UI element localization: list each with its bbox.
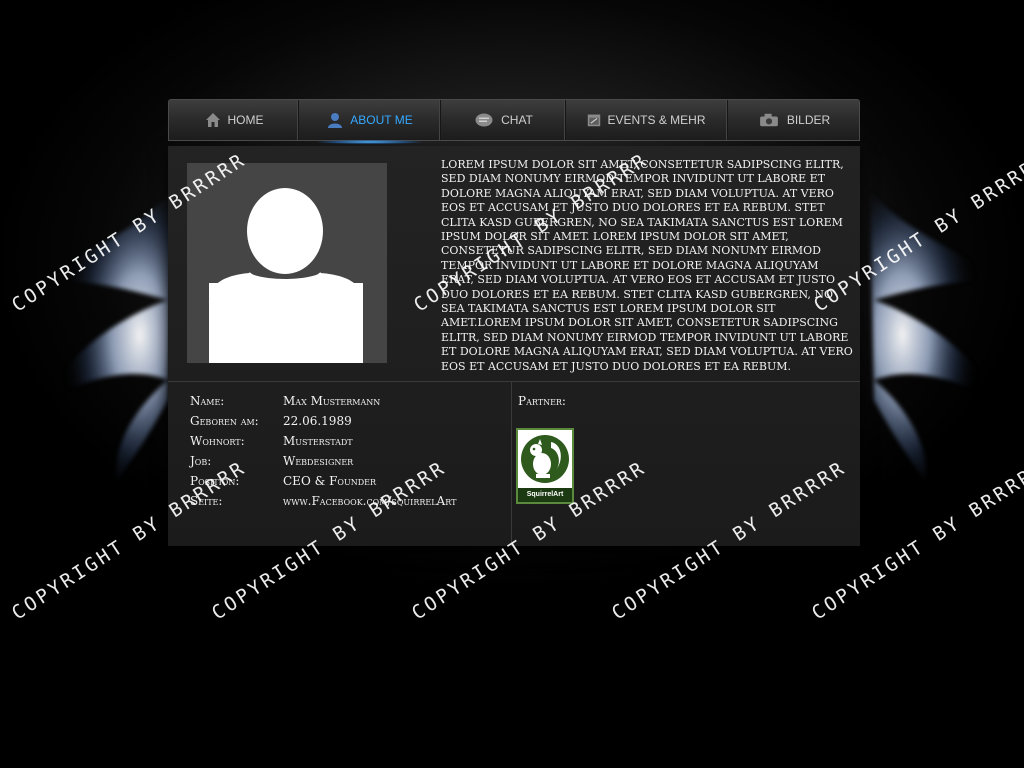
partner-logo-caption: SquirrelArt: [518, 488, 572, 502]
profile-panel: Lorem ipsum dolor sit amet, consetetur s…: [168, 146, 860, 546]
user-icon: [328, 113, 343, 128]
nav-item-home[interactable]: Home: [169, 100, 299, 140]
page-background: Home About me Chat Events & Mehr: [0, 0, 1024, 768]
detail-row-job: Job: Webdesigner: [190, 451, 510, 471]
camera-icon: [759, 113, 778, 127]
detail-label: Position:: [190, 474, 240, 488]
squirrel-icon: [521, 435, 569, 483]
detail-row-birthdate: Geboren am: 22.06.1989: [190, 411, 510, 431]
detail-row-position: Position: CEO & Founder: [190, 471, 510, 491]
partner-logo[interactable]: SquirrelArt: [516, 428, 574, 504]
detail-label: Job:: [190, 454, 212, 468]
vertical-divider: [511, 382, 512, 546]
main-navigation: Home About me Chat Events & Mehr: [168, 99, 860, 144]
chat-icon: [475, 113, 493, 127]
profile-avatar: [187, 163, 387, 363]
nav-label-events: Events & Mehr: [607, 113, 706, 127]
profile-details: Name: Max Mustermann Geboren am: 22.06.1…: [190, 391, 510, 511]
nav-label-about-me: About me: [350, 113, 413, 127]
nav-item-events[interactable]: Events & Mehr: [566, 100, 728, 140]
horizontal-divider: [168, 381, 860, 382]
nav-item-chat[interactable]: Chat: [441, 100, 566, 140]
website-link[interactable]: www.Facebook.com/squirrelArt: [283, 494, 456, 508]
detail-value: CEO & Founder: [283, 474, 376, 488]
avatar-placeholder-icon: [209, 188, 363, 363]
calendar-icon: [588, 114, 601, 127]
detail-row-residence: Wohnort: Musterstadt: [190, 431, 510, 451]
bio-text: Lorem ipsum dolor sit amet, consetetur s…: [441, 158, 853, 373]
detail-label: Wohnort:: [190, 434, 245, 448]
detail-label: Geboren am:: [190, 414, 259, 428]
nav-label-chat: Chat: [501, 113, 533, 127]
detail-row-website: Seite: www.Facebook.com/squirrelArt: [190, 491, 510, 511]
nav-item-about-me[interactable]: About me: [299, 100, 441, 144]
nav-item-bilder[interactable]: Bilder: [728, 100, 859, 140]
partner-label: Partner:: [518, 394, 566, 408]
detail-value: 22.06.1989: [283, 414, 352, 428]
detail-label: Name:: [190, 394, 225, 408]
nav-label-home: Home: [227, 113, 264, 127]
detail-value: Max Mustermann: [283, 394, 381, 408]
detail-row-name: Name: Max Mustermann: [190, 391, 510, 411]
home-icon: [205, 113, 220, 127]
detail-value: Webdesigner: [283, 454, 354, 468]
detail-label: Seite:: [190, 494, 223, 508]
detail-value: Musterstadt: [283, 434, 353, 448]
nav-label-bilder: Bilder: [786, 113, 831, 127]
